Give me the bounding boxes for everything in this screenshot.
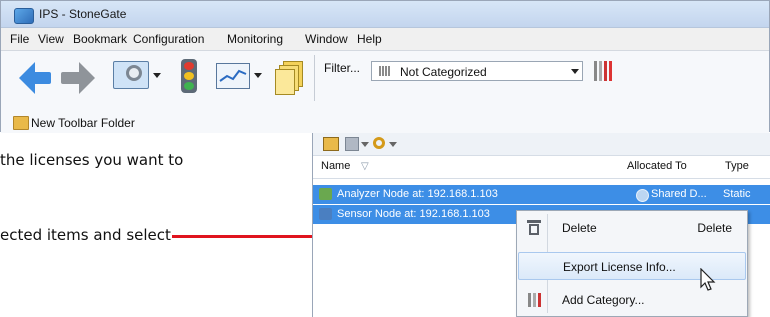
- back-button[interactable]: [19, 55, 53, 101]
- column-allocated-to[interactable]: Allocated To: [627, 160, 687, 172]
- menu-item-delete[interactable]: Delete Delete: [518, 214, 746, 242]
- forward-button[interactable]: [61, 55, 95, 101]
- panel-toolbar: [313, 133, 770, 156]
- license-allocated-to: Shared D...: [651, 188, 707, 200]
- license-type: Static: [723, 188, 751, 200]
- menu-item-label: Delete: [562, 221, 597, 235]
- license-name: Analyzer Node at: 192.168.1.103: [337, 188, 498, 200]
- traffic-light-icon: [181, 59, 197, 93]
- folder-icon: [13, 116, 29, 130]
- filter-selected-value: Not Categorized: [400, 65, 487, 79]
- license-row[interactable]: Analyzer Node at: 192.168.1.103 Shared D…: [313, 185, 770, 204]
- menu-help[interactable]: Help: [357, 32, 382, 46]
- menu-item-label: Add Category...: [562, 293, 645, 307]
- color-bars-icon: [528, 293, 542, 307]
- sort-indicator-icon: ▽: [361, 161, 369, 172]
- menu-configuration[interactable]: Configuration: [133, 32, 204, 46]
- dropdown-button[interactable]: [568, 62, 582, 80]
- stacked-pages-icon: [275, 61, 303, 95]
- license-node-icon: [319, 208, 332, 220]
- menu-view[interactable]: View: [38, 32, 64, 46]
- chevron-down-icon: [571, 69, 579, 74]
- menu-file[interactable]: File: [10, 32, 29, 46]
- filter-label[interactable]: Filter...: [324, 61, 360, 75]
- documents-button[interactable]: [275, 55, 303, 101]
- app-icon: [14, 8, 34, 24]
- gear-icon[interactable]: [373, 137, 385, 149]
- instruction-line-2: ected items and select: [0, 226, 171, 244]
- status-button[interactable]: [179, 55, 201, 101]
- configuration-button[interactable]: [113, 55, 163, 101]
- toolbar-separator: [314, 55, 315, 101]
- menu-bar: File View Bookmark Configuration Monitor…: [1, 28, 769, 51]
- column-name[interactable]: Name: [321, 160, 350, 172]
- category-colors-button[interactable]: [594, 59, 618, 85]
- document-icon[interactable]: [345, 137, 359, 151]
- mouse-cursor-icon: [699, 267, 717, 292]
- column-header: Name ▽ Allocated To Type: [313, 156, 770, 179]
- new-toolbar-folder[interactable]: New Toolbar Folder: [31, 116, 135, 130]
- chevron-down-icon: [254, 73, 262, 78]
- monitor-gear-icon: [113, 61, 149, 89]
- chevron-down-icon[interactable]: [361, 142, 369, 147]
- trash-icon: [526, 220, 542, 236]
- monitoring-button[interactable]: [216, 55, 262, 101]
- column-type[interactable]: Type: [725, 160, 749, 172]
- toolbar-folder-bar: New Toolbar Folder: [1, 113, 769, 133]
- menu-bookmark[interactable]: Bookmark: [73, 32, 127, 46]
- window-title: IPS - StoneGate: [39, 7, 127, 21]
- menu-item-shortcut: Delete: [697, 221, 732, 235]
- folder-up-icon[interactable]: [323, 137, 339, 151]
- category-filter-select[interactable]: Not Categorized: [371, 61, 583, 81]
- menu-monitoring[interactable]: Monitoring: [227, 32, 283, 46]
- menu-window[interactable]: Window: [305, 32, 348, 46]
- title-bar: IPS - StoneGate: [1, 1, 769, 28]
- app-window: IPS - StoneGate File View Bookmark Confi…: [0, 0, 770, 133]
- category-icon: [379, 66, 391, 76]
- license-name: Sensor Node at: 192.168.1.103: [337, 208, 490, 220]
- context-menu: Delete Delete Export License Info... Add…: [516, 210, 748, 317]
- instruction-line-1: the licenses you want to: [0, 151, 184, 169]
- license-node-icon: [319, 188, 332, 200]
- chevron-down-icon: [153, 73, 161, 78]
- chevron-down-icon[interactable]: [389, 142, 397, 147]
- color-bars-icon: [594, 59, 616, 81]
- menu-item-label: Export License Info...: [563, 260, 676, 274]
- shared-icon: [636, 189, 649, 202]
- line-chart-icon: [216, 63, 250, 89]
- main-toolbar: Filter... Not Categorized: [1, 51, 769, 114]
